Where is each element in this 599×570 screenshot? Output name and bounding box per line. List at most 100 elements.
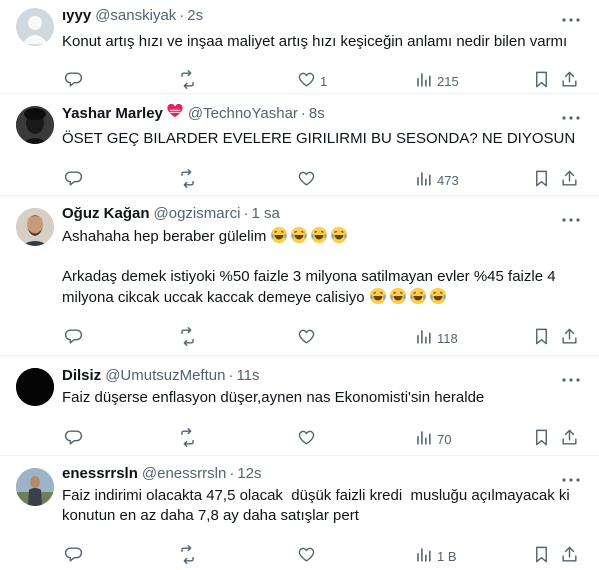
bookmark-button[interactable]: [532, 545, 551, 567]
share-icon: [560, 327, 579, 349]
user-handle[interactable]: @sanskiyak: [95, 6, 176, 26]
separator-dot: ·: [300, 105, 306, 122]
share-button[interactable]: [560, 70, 579, 92]
tweet-header: Dilsiz @UmutsuzMeftun · 11s: [62, 366, 583, 386]
like-icon: [297, 169, 316, 191]
avatar-dilsiz[interactable]: [16, 368, 54, 406]
avatar-oguz[interactable]: [16, 208, 54, 246]
more-icon[interactable]: [561, 10, 581, 24]
user-handle[interactable]: @enessrrsln: [142, 464, 226, 484]
bookmark-button[interactable]: [532, 70, 551, 92]
tweet[interactable]: Dilsiz @UmutsuzMeftun · 11s Faiz düşerse…: [0, 356, 599, 456]
timestamp[interactable]: 8s: [309, 104, 325, 124]
tweet-header: enessrrsln @enessrrsln · 12s: [62, 464, 583, 484]
views-count: 215: [437, 73, 459, 89]
views-icon: [414, 428, 433, 450]
retweet-icon: [178, 545, 197, 567]
action-bar: 118: [62, 318, 583, 358]
display-name[interactable]: Oğuz Kağan: [62, 204, 150, 224]
like-count: 1: [320, 73, 328, 89]
display-name[interactable]: Yashar Marley: [62, 104, 163, 124]
tweet-text: konutun en az daha 7,8 ay daha satışlar …: [62, 507, 359, 524]
tweet[interactable]: Yashar Marley @TechnoYashar · 8s ÖSET GE…: [0, 94, 599, 196]
separator-dot: ·: [228, 367, 234, 384]
bookmark-icon: [532, 327, 551, 349]
retweet-icon: [178, 327, 197, 349]
reply-button[interactable]: [64, 327, 87, 349]
reply-icon: [64, 428, 83, 450]
share-icon: [560, 545, 579, 567]
reply-button[interactable]: [64, 428, 87, 450]
more-icon[interactable]: [561, 470, 581, 484]
bookmark-icon: [532, 70, 551, 92]
retweet-icon: [178, 428, 197, 450]
retweet-button[interactable]: [178, 428, 201, 450]
avatar-yashar[interactable]: [16, 106, 54, 144]
like-icon: [297, 428, 316, 450]
display-name[interactable]: ıyyy: [62, 6, 91, 26]
laughing-emoji-group: [369, 287, 449, 306]
views-count: 70: [437, 431, 452, 447]
avatar-default[interactable]: [16, 8, 54, 46]
views-button[interactable]: 118: [414, 327, 458, 349]
like-button[interactable]: [297, 428, 320, 450]
like-button[interactable]: [297, 327, 320, 349]
reply-button[interactable]: [64, 169, 87, 191]
reply-icon: [64, 327, 83, 349]
retweet-button[interactable]: [178, 70, 201, 92]
action-bar: 70: [62, 419, 583, 459]
share-button[interactable]: [560, 169, 579, 191]
share-button[interactable]: [560, 327, 579, 349]
timestamp[interactable]: 1 sa: [251, 204, 279, 224]
timestamp[interactable]: 2s: [187, 6, 203, 26]
more-icon[interactable]: [561, 370, 581, 384]
like-button[interactable]: 1: [297, 70, 327, 92]
views-button[interactable]: 215: [414, 70, 459, 92]
retweet-button[interactable]: [178, 545, 201, 567]
tweet[interactable]: enessrrsln @enessrrsln · 12s Faiz indiri…: [0, 456, 599, 570]
user-handle[interactable]: @UmutsuzMeftun: [105, 366, 225, 386]
bookmark-button[interactable]: [532, 169, 551, 191]
more-icon[interactable]: [561, 108, 581, 122]
reply-button[interactable]: [64, 545, 87, 567]
display-name[interactable]: Dilsiz: [62, 366, 101, 386]
user-handle[interactable]: @ogzismarci: [154, 204, 241, 224]
share-button[interactable]: [560, 428, 579, 450]
tweet-text: Ashahaha hep beraber gülelim: [62, 228, 267, 245]
like-icon: [297, 70, 316, 92]
timestamp[interactable]: 12s: [237, 464, 261, 484]
retweet-button[interactable]: [178, 327, 201, 349]
user-handle[interactable]: @TechnoYashar: [188, 104, 298, 124]
action-bar: 473: [62, 160, 583, 200]
laughing-emoji-icon: [270, 226, 288, 244]
views-button[interactable]: 1 B: [414, 545, 457, 567]
avatar-enessrrsln[interactable]: [16, 468, 54, 506]
bookmark-button[interactable]: [532, 327, 551, 349]
separator-dot: ·: [243, 205, 249, 222]
views-button[interactable]: 473: [414, 169, 459, 191]
like-button[interactable]: [297, 169, 320, 191]
action-bar: 1 B: [62, 536, 583, 570]
more-icon[interactable]: [561, 210, 581, 224]
share-button[interactable]: [560, 545, 579, 567]
retweet-icon: [178, 70, 197, 92]
tweet-text-line: milyona cikcak uccak kaccak demeye calis…: [62, 287, 583, 308]
tweet[interactable]: Oğuz Kağan @ogzismarci · 1 sa Ashahaha h…: [0, 196, 599, 356]
laughing-emoji-icon: [429, 287, 447, 305]
tweet[interactable]: ıyyy @sanskiyak · 2s Konut artış hızı ve…: [0, 0, 599, 94]
timeline: ıyyy @sanskiyak · 2s Konut artış hızı ve…: [0, 0, 599, 570]
share-icon: [560, 169, 579, 191]
views-button[interactable]: 70: [414, 428, 451, 450]
tweet-text: Faiz düşerse enflasyon düşer,aynen nas E…: [62, 389, 485, 406]
timestamp[interactable]: 11s: [236, 366, 259, 386]
reply-button[interactable]: [64, 70, 87, 92]
bookmark-button[interactable]: [532, 428, 551, 450]
laughing-emoji-icon: [409, 287, 427, 305]
display-name[interactable]: enessrrsln: [62, 464, 138, 484]
laughing-emoji-icon: [389, 287, 407, 305]
like-button[interactable]: [297, 545, 320, 567]
laughing-emoji-group: [270, 226, 350, 245]
tweet-header: ıyyy @sanskiyak · 2s: [62, 6, 583, 26]
retweet-button[interactable]: [178, 169, 201, 191]
heart-badge-icon: [166, 103, 184, 118]
